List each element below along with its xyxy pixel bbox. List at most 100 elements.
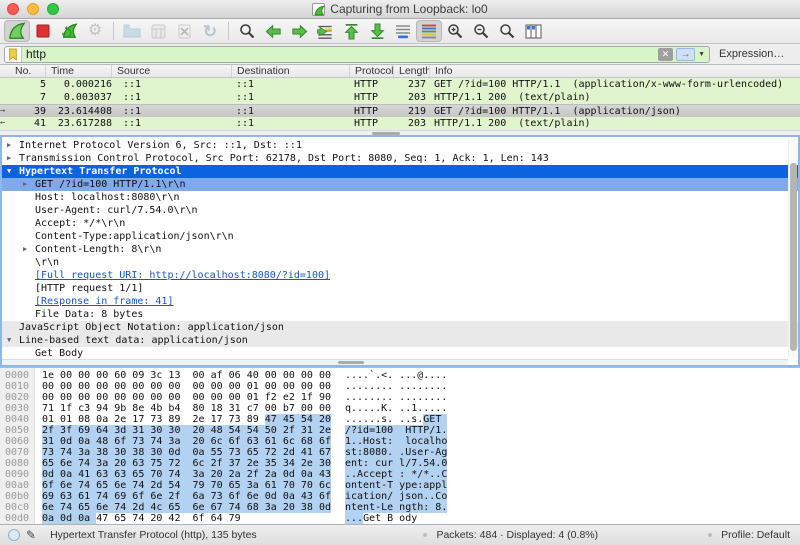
- tree-row[interactable]: ▶GET /?id=100 HTTP/1.1\r\n: [2, 178, 798, 191]
- filter-clear-button[interactable]: ✕: [658, 48, 673, 61]
- hex-row[interactable]: 00900d 0a 41 63 63 65 70 74 3a 20 2a 2f …: [0, 469, 800, 480]
- tree-row[interactable]: File Data: 8 bytes: [2, 308, 798, 321]
- expander-icon[interactable]: ▶: [23, 243, 35, 256]
- hex-row[interactable]: 004001 01 08 0a 2e 17 73 89 2e 17 73 89 …: [0, 414, 800, 425]
- details-hscroll-thumb[interactable]: [338, 361, 364, 364]
- hex-row[interactable]: 007073 74 3a 38 30 38 30 0d 0a 55 73 65 …: [0, 447, 800, 458]
- hex-row[interactable]: 008065 6e 74 3a 20 63 75 72 6c 2f 37 2e …: [0, 458, 800, 469]
- tree-row[interactable]: ▶Transmission Control Protocol, Src Port…: [2, 152, 798, 165]
- tree-row[interactable]: \r\n: [2, 256, 798, 269]
- hex-bytes-highlight: 31 0d 0a 48 6f 73 74 3a 20 6c 6f 63 61 6…: [42, 436, 331, 447]
- start-capture-button[interactable]: [4, 20, 30, 42]
- hex-row[interactable]: 006031 0d 0a 48 6f 73 74 3a 20 6c 6f 63 …: [0, 436, 800, 447]
- tree-row-label: [HTTP request 1/1]: [35, 282, 143, 295]
- zoom-reset-button[interactable]: [494, 20, 520, 42]
- tree-row[interactable]: Content-Type:application/json\r\n: [2, 230, 798, 243]
- tree-row[interactable]: ▶Content-Length: 8\r\n: [2, 243, 798, 256]
- hex-row[interactable]: 00a06f 6e 74 65 6e 74 2d 54 79 70 65 3a …: [0, 480, 800, 491]
- title-bar: Capturing from Loopback: lo0: [0, 0, 800, 19]
- tree-row[interactable]: [Full request URI: http://localhost:8080…: [2, 269, 798, 282]
- go-back-button[interactable]: [260, 20, 286, 42]
- find-packet-button[interactable]: [234, 20, 260, 42]
- column-header-protocol[interactable]: Protocol: [350, 65, 394, 77]
- reload-file-button[interactable]: ↻: [197, 20, 223, 42]
- column-header-time[interactable]: Time: [46, 65, 112, 77]
- expander-icon[interactable]: ▶: [7, 139, 19, 152]
- hex-row[interactable]: 00d00a 0d 0a 47 65 74 20 42 6f 64 79...G…: [0, 513, 800, 524]
- hex-row[interactable]: 001000 00 00 00 00 00 00 00 00 00 00 01 …: [0, 381, 800, 392]
- expander-icon[interactable]: ▶: [23, 178, 35, 191]
- tree-row[interactable]: [Response in frame: 41]: [2, 295, 798, 308]
- auto-scroll-button[interactable]: [390, 20, 416, 42]
- hex-offset: 0030: [5, 403, 29, 414]
- open-file-button[interactable]: [119, 20, 145, 42]
- hex-ascii: ........ ........: [345, 381, 447, 392]
- tree-row[interactable]: JavaScript Object Notation: application/…: [2, 321, 798, 334]
- details-hscrollbar[interactable]: [2, 359, 788, 365]
- cell-proto: HTTP: [350, 105, 394, 117]
- expert-info-icon[interactable]: [8, 529, 20, 541]
- tree-row[interactable]: ▼Hypertext Transfer Protocol: [2, 165, 798, 178]
- save-file-button[interactable]: [145, 20, 171, 42]
- expander-icon: [23, 308, 35, 321]
- go-to-top-button[interactable]: [338, 20, 364, 42]
- close-window-button[interactable]: [7, 3, 19, 15]
- expander-icon[interactable]: ▶: [7, 152, 19, 165]
- status-profile[interactable]: Profile: Default: [721, 529, 790, 541]
- packet-row[interactable]: ←4123.617288::1::1HTTP203HTTP/1.1 200 (t…: [0, 117, 800, 130]
- column-header-length[interactable]: Length: [394, 65, 430, 77]
- stop-capture-button[interactable]: [30, 20, 56, 42]
- hex-ascii-highlight: st:8080. .User-Ag: [345, 447, 447, 458]
- filter-bar: ✕ → ▼ Expression… +: [0, 44, 800, 65]
- hex-row[interactable]: 002000 00 00 00 00 00 00 00 00 00 00 01 …: [0, 392, 800, 403]
- column-header-info[interactable]: Info: [430, 65, 800, 77]
- hex-row[interactable]: 00b069 63 61 74 69 6f 6e 2f 6a 73 6f 6e …: [0, 491, 800, 502]
- colorize-packets-button[interactable]: [416, 20, 442, 42]
- zoom-in-button[interactable]: [442, 20, 468, 42]
- packet-row[interactable]: →3923.614408::1::1HTTP219GET /?id=100 HT…: [0, 104, 800, 117]
- filter-dropdown-caret[interactable]: ▼: [698, 51, 705, 58]
- tree-row[interactable]: Accept: */*\r\n: [2, 217, 798, 230]
- tree-row[interactable]: ▼Line-based text data: application/json: [2, 334, 798, 347]
- hex-ascii: ...Get B ody: [345, 513, 417, 524]
- details-vscrollbar[interactable]: [788, 139, 797, 357]
- tree-row-label: Host: localhost:8080\r\n: [35, 191, 180, 204]
- display-filter-input[interactable]: [22, 47, 658, 61]
- column-header-destination[interactable]: Destination: [232, 65, 350, 77]
- tree-row[interactable]: ▶Internet Protocol Version 6, Src: ::1, …: [2, 139, 798, 152]
- hex-ascii-plain: ....`.<. ...@....: [345, 370, 447, 381]
- close-file-button[interactable]: [171, 20, 197, 42]
- hex-ascii-highlight: ication/ json..Co: [345, 491, 447, 502]
- expander-icon[interactable]: ▼: [7, 165, 19, 178]
- restart-capture-button[interactable]: [56, 20, 82, 42]
- details-vscroll-thumb[interactable]: [790, 163, 797, 351]
- capture-comment-icon[interactable]: ✎: [26, 528, 36, 542]
- display-filter-field[interactable]: ✕ → ▼: [4, 46, 710, 63]
- minimize-window-button[interactable]: [27, 3, 39, 15]
- hex-row[interactable]: 00001e 00 00 00 60 09 3c 13 00 af 06 40 …: [0, 370, 800, 381]
- packet-row[interactable]: 70.003037::1::1HTTP203HTTP/1.1 200 (text…: [0, 91, 800, 104]
- hex-bytes: 31 0d 0a 48 6f 73 74 3a 20 6c 6f 63 61 6…: [42, 436, 331, 447]
- tree-row[interactable]: Host: localhost:8080\r\n: [2, 191, 798, 204]
- go-forward-button[interactable]: [286, 20, 312, 42]
- filter-apply-button[interactable]: →: [676, 48, 695, 61]
- expression-button[interactable]: Expression…: [719, 48, 784, 60]
- go-to-packet-button[interactable]: [312, 20, 338, 42]
- resize-columns-button[interactable]: [520, 20, 546, 42]
- hex-offset: 0040: [5, 414, 29, 425]
- tree-row[interactable]: [HTTP request 1/1]: [2, 282, 798, 295]
- zoom-window-button[interactable]: [47, 3, 59, 15]
- hex-row[interactable]: 003071 1f c3 94 9b 8e 4b b4 80 18 31 c7 …: [0, 403, 800, 414]
- expander-icon[interactable]: ▼: [7, 334, 19, 347]
- column-header-no[interactable]: No.: [10, 65, 46, 77]
- capture-options-button[interactable]: ⚙: [82, 20, 108, 42]
- go-to-bottom-button[interactable]: [364, 20, 390, 42]
- zoom-out-button[interactable]: [468, 20, 494, 42]
- hex-row[interactable]: 00c06e 74 65 6e 74 2d 4c 65 6e 67 74 68 …: [0, 502, 800, 513]
- filter-bookmark-button[interactable]: [5, 47, 22, 62]
- hex-row[interactable]: 00502f 3f 69 64 3d 31 30 30 20 48 54 54 …: [0, 425, 800, 436]
- cell-time: 0.000216: [46, 78, 112, 91]
- tree-row[interactable]: User-Agent: curl/7.54.0\r\n: [2, 204, 798, 217]
- column-header-source[interactable]: Source: [112, 65, 232, 77]
- packet-row[interactable]: 50.000216::1::1HTTP237GET /?id=100 HTTP/…: [0, 78, 800, 91]
